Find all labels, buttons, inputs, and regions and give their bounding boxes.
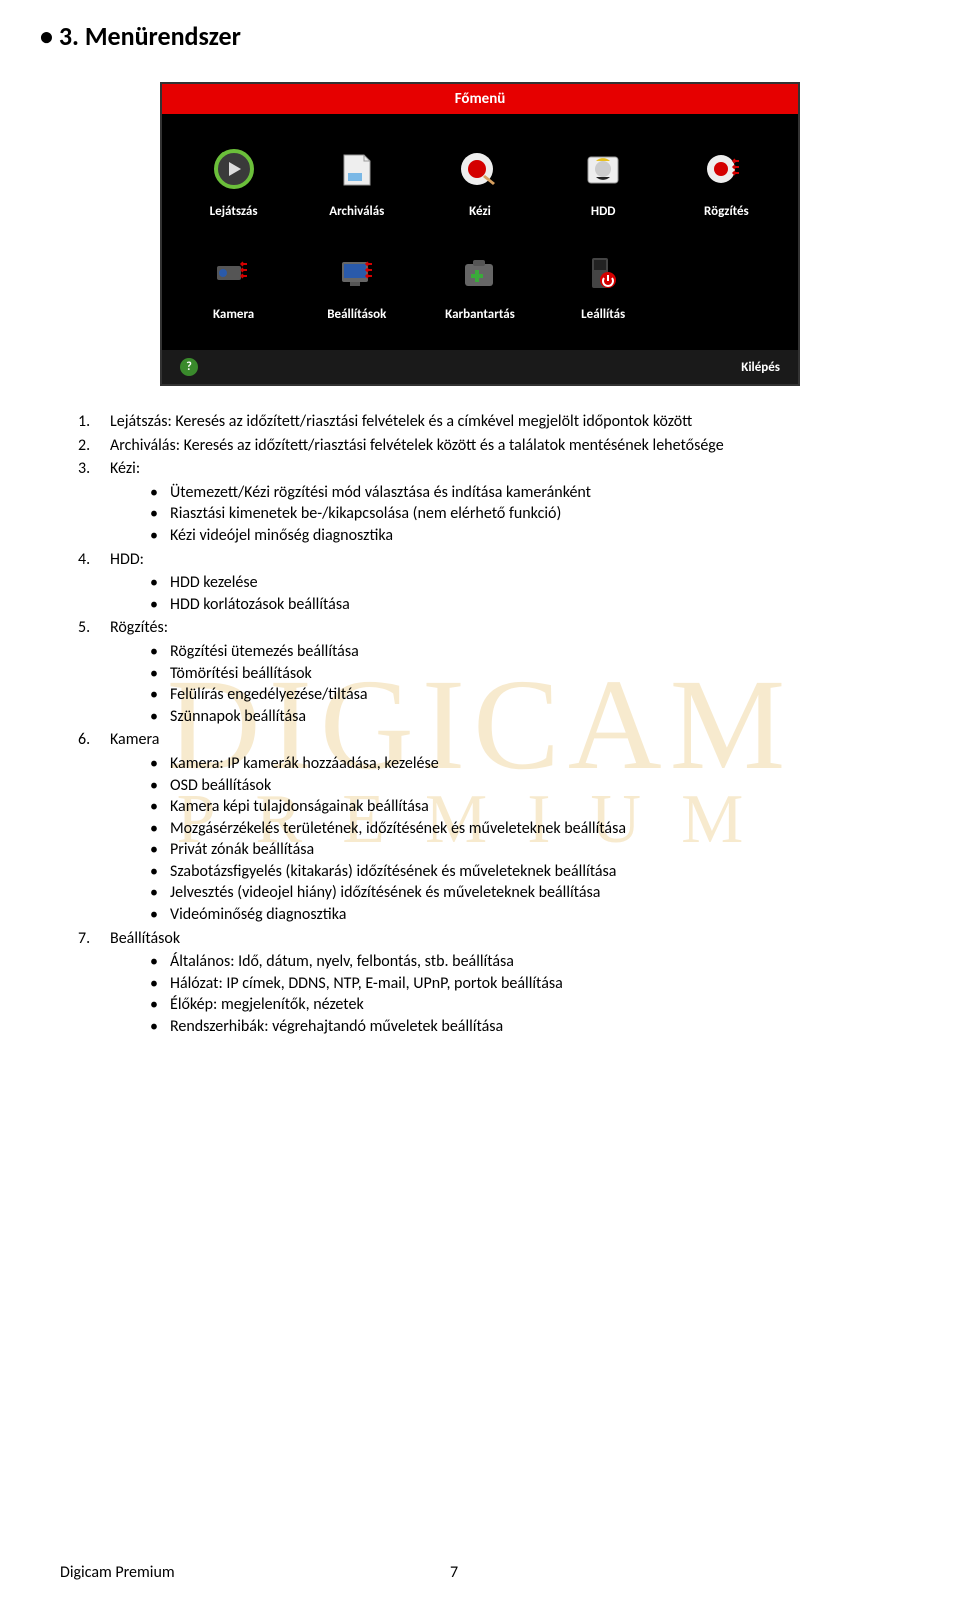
list-item-title: Beállítások — [110, 929, 180, 948]
archive-icon — [329, 144, 384, 194]
sub-list-item: Szabotázsfigyelés (kitakarás) időzítésén… — [110, 861, 900, 883]
menu-item-kezi[interactable]: Kézi — [418, 134, 541, 237]
menu-label: Lejátszás — [177, 204, 290, 219]
exit-button[interactable]: Kilépés — [741, 360, 780, 375]
menu-item-kamera[interactable]: Kamera — [172, 237, 295, 340]
help-icon[interactable]: ? — [180, 358, 198, 376]
manual-icon — [452, 144, 507, 194]
sub-list: Általános: Idő, dátum, nyelv, felbontás,… — [110, 951, 900, 1037]
menu-grid: Lejátszás Archiválás — [162, 114, 798, 350]
sub-list-item: Videóminőség diagnosztika — [110, 904, 900, 926]
menu-item-rogzites[interactable]: Rögzítés — [665, 134, 788, 237]
menu-label: HDD — [547, 204, 660, 219]
menu-label: Archiválás — [300, 204, 413, 219]
hdd-icon — [576, 144, 631, 194]
page-number: 7 — [450, 1563, 458, 1582]
sub-list-item: Rögzítési ütemezés beállítása — [110, 641, 900, 663]
sub-list-item: Szünnapok beállítása — [110, 706, 900, 728]
list-item: HDD: HDD kezeléseHDD korlátozások beállít… — [60, 549, 900, 616]
list-item: Beállítások Általános: Idő, dátum, nyelv,… — [60, 928, 900, 1038]
camera-icon — [206, 247, 261, 297]
page-footer: Digicam Premium 7 — [60, 1563, 900, 1582]
sub-list-item: Riasztási kimenetek be-/kikapcsolása (ne… — [110, 503, 900, 525]
sub-list-item: Mozgásérzékelés területének, időzítéséne… — [110, 818, 900, 840]
settings-icon — [329, 247, 384, 297]
sub-list-item: Élőkép: megjelenítők, nézetek — [110, 994, 900, 1016]
sub-list: Kamera: IP kamerák hozzáadása, kezeléseO… — [110, 753, 900, 926]
menu-item-archivalas[interactable]: Archiválás — [295, 134, 418, 237]
footer-left: Digicam Premium — [60, 1563, 175, 1582]
list-item-title: Kézi: — [110, 459, 140, 478]
list-item-title: Archiválás: — [110, 436, 180, 455]
sub-list-item: Kamera: IP kamerák hozzáadása, kezelése — [110, 753, 900, 775]
list-item-title: HDD: — [110, 550, 144, 569]
menu-titlebar: Főmenü — [162, 84, 798, 114]
sub-list-item: Általános: Idő, dátum, nyelv, felbontás,… — [110, 951, 900, 973]
menu-label: Kézi — [423, 204, 536, 219]
sub-list: Rögzítési ütemezés beállításaTömörítési … — [110, 641, 900, 727]
numbered-list: Lejátszás: Keresés az időzített/riasztás… — [60, 411, 900, 1038]
menu-item-leallitas[interactable]: Leállítás — [542, 237, 665, 340]
record-icon — [699, 144, 754, 194]
sub-list: Ütemezett/Kézi rögzítési mód választása … — [110, 482, 900, 547]
list-item-title: Kamera — [110, 730, 159, 749]
menu-item-hdd[interactable]: HDD — [542, 134, 665, 237]
list-item-body: Keresés az időzített/riasztási felvétele… — [184, 436, 724, 455]
list-item: Kézi: Ütemezett/Kézi rögzítési mód válasz… — [60, 458, 900, 546]
sub-list-item: Ütemezett/Kézi rögzítési mód választása … — [110, 482, 900, 504]
menu-label: Karbantartás — [423, 307, 536, 322]
menu-item-lejatszas[interactable]: Lejátszás — [172, 134, 295, 237]
list-item: Archiválás: Keresés az időzített/riasztá… — [60, 435, 900, 457]
menu-label: Beállítások — [300, 307, 413, 322]
menu-label: Kamera — [177, 307, 290, 322]
sub-list-item: HDD kezelése — [110, 572, 900, 594]
list-item: Kamera Kamera: IP kamerák hozzáadása, kez… — [60, 729, 900, 925]
menu-item-beallitasok[interactable]: Beállítások — [295, 237, 418, 340]
menu-label: Rögzítés — [670, 204, 783, 219]
sub-list-item: Felülírás engedélyezése/tiltása — [110, 684, 900, 706]
list-item-title: Lejátszás: — [110, 412, 172, 431]
sub-list-item: Kamera képi tulajdonságainak beállítása — [110, 796, 900, 818]
section-title: 3. Menürendszer — [40, 20, 900, 52]
sub-list-item: Kézi videójel minőség diagnosztika — [110, 525, 900, 547]
list-item: Lejátszás: Keresés az időzített/riasztás… — [60, 411, 900, 433]
sub-list-item: Hálózat: IP címek, DDNS, NTP, E-mail, UP… — [110, 973, 900, 995]
sub-list-item: HDD korlátozások beállítása — [110, 594, 900, 616]
play-icon — [206, 144, 261, 194]
menu-item-karbantartas[interactable]: Karbantartás — [418, 237, 541, 340]
list-item-title: Rögzítés: — [110, 618, 168, 637]
list-item-body: Keresés az időzített/riasztási felvétele… — [175, 412, 692, 431]
sub-list-item: OSD beállítások — [110, 775, 900, 797]
sub-list: HDD kezeléseHDD korlátozások beállítása — [110, 572, 900, 615]
menu-label: Leállítás — [547, 307, 660, 322]
sub-list-item: Rendszerhibák: végrehajtandó műveletek b… — [110, 1016, 900, 1038]
sub-list-item: Privát zónák beállítása — [110, 839, 900, 861]
sub-list-item: Jelvesztés (videojel hiány) időzítésének… — [110, 882, 900, 904]
list-item: Rögzítés: Rögzítési ütemezés beállításaTö… — [60, 617, 900, 727]
shutdown-icon — [576, 247, 631, 297]
maintenance-icon — [452, 247, 507, 297]
sub-list-item: Tömörítési beállítások — [110, 663, 900, 685]
main-menu-screenshot: Főmenü Lejátszás — [160, 82, 800, 386]
menu-footer: ? Kilépés — [162, 350, 798, 384]
